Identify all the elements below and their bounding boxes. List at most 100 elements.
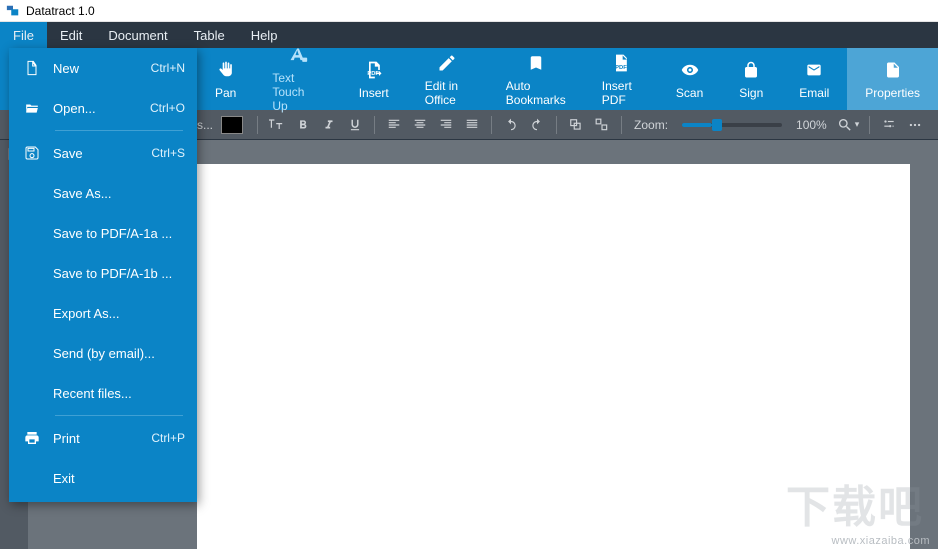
folder-open-icon xyxy=(21,101,43,115)
menu-separator xyxy=(55,130,183,131)
menu-label: Open... xyxy=(43,101,150,116)
menu-label: Exit xyxy=(21,471,185,486)
menu-label: Save to PDF/A-1a ... xyxy=(21,226,185,241)
menu-help[interactable]: Help xyxy=(238,22,291,48)
menu-separator xyxy=(55,415,183,416)
group-button[interactable] xyxy=(565,114,587,136)
menu-label: Save As... xyxy=(21,186,185,201)
pdf-icon: PDF xyxy=(610,52,632,74)
separator xyxy=(556,116,557,134)
zoom-slider[interactable] xyxy=(682,123,782,127)
new-file-icon xyxy=(21,59,43,77)
ribbon-scan[interactable]: Scan xyxy=(658,48,721,110)
more-button[interactable] xyxy=(904,114,926,136)
menubar: File Edit Document Table Help xyxy=(0,22,938,48)
redo-button[interactable] xyxy=(526,114,548,136)
menu-label: Print xyxy=(43,431,151,446)
ribbon-pan[interactable]: Pan xyxy=(197,48,254,110)
menu-label: Send (by email)... xyxy=(21,346,185,361)
font-size-button[interactable] xyxy=(266,114,288,136)
zoom-label: Zoom: xyxy=(634,118,668,132)
ungroup-button[interactable] xyxy=(591,114,613,136)
file-print[interactable]: Print Ctrl+P xyxy=(9,418,197,458)
file-save-as[interactable]: Save As... xyxy=(9,173,197,213)
ribbon-edit-office[interactable]: Edit in Office xyxy=(407,48,488,110)
menu-label: Recent files... xyxy=(21,386,185,401)
file-open[interactable]: Open... Ctrl+O xyxy=(9,88,197,128)
menu-label: Save to PDF/A-1b ... xyxy=(21,266,185,281)
menu-shortcut: Ctrl+O xyxy=(150,101,185,115)
align-justify-button[interactable] xyxy=(461,114,483,136)
file-save-pdfa1b[interactable]: Save to PDF/A-1b ... xyxy=(9,253,197,293)
align-right-button[interactable] xyxy=(435,114,457,136)
file-save[interactable]: Save Ctrl+S xyxy=(9,133,197,173)
ribbon-sign[interactable]: Sign xyxy=(721,48,781,110)
align-left-button[interactable] xyxy=(383,114,405,136)
text-touchup-icon xyxy=(287,46,309,66)
italic-button[interactable] xyxy=(318,114,340,136)
file-recent[interactable]: Recent files... xyxy=(9,373,197,413)
ribbon-label: Pan xyxy=(215,86,236,100)
separator xyxy=(257,116,258,134)
menu-label: Save xyxy=(43,146,151,161)
zoom-search-button[interactable]: ▾ xyxy=(835,114,862,136)
svg-text:PDF: PDF xyxy=(615,64,627,70)
app-icon xyxy=(6,4,20,18)
undo-button[interactable] xyxy=(500,114,522,136)
zoom-thumb[interactable] xyxy=(712,119,722,131)
ribbon-insert[interactable]: PDF Insert xyxy=(341,48,407,110)
file-export-as[interactable]: Export As... xyxy=(9,293,197,333)
menu-label: Export As... xyxy=(21,306,185,321)
ribbon-auto-bookmarks[interactable]: Auto Bookmarks xyxy=(488,48,584,110)
zoom-track xyxy=(682,123,712,127)
menu-edit[interactable]: Edit xyxy=(47,22,95,48)
separator xyxy=(869,116,870,134)
ribbon-label: Insert PDF xyxy=(602,79,640,107)
ribbon-label: Scan xyxy=(676,86,703,100)
print-icon xyxy=(21,430,43,446)
menu-file[interactable]: File xyxy=(0,22,47,48)
settings-button[interactable] xyxy=(878,114,900,136)
save-icon xyxy=(21,145,43,161)
file-new[interactable]: New Ctrl+N xyxy=(9,48,197,88)
menu-label: New xyxy=(43,61,151,76)
pdf-insert-icon: PDF xyxy=(363,59,385,81)
menu-shortcut: Ctrl+N xyxy=(151,61,185,75)
ribbon-label: Auto Bookmarks xyxy=(506,79,566,107)
underline-button[interactable] xyxy=(344,114,366,136)
ribbon-properties[interactable]: Properties xyxy=(847,48,938,110)
eye-icon xyxy=(679,59,701,81)
email-icon xyxy=(804,59,824,81)
app-title: Datatract 1.0 xyxy=(26,4,95,18)
properties-icon xyxy=(884,59,902,81)
menu-table[interactable]: Table xyxy=(181,22,238,48)
titlebar: Datatract 1.0 xyxy=(0,0,938,22)
edit-office-icon xyxy=(437,52,457,74)
zoom-value: 100% xyxy=(796,118,827,132)
separator xyxy=(491,116,492,134)
ribbon-label: Email xyxy=(799,86,829,100)
truncated-text: s... xyxy=(197,118,213,132)
bookmark-icon xyxy=(527,52,545,74)
menu-shortcut: Ctrl+P xyxy=(151,431,185,445)
hand-icon xyxy=(216,59,236,81)
file-save-pdfa1a[interactable]: Save to PDF/A-1a ... xyxy=(9,213,197,253)
file-send-email[interactable]: Send (by email)... xyxy=(9,333,197,373)
ribbon-label: Text Touch Up xyxy=(272,71,322,113)
separator xyxy=(374,116,375,134)
watermark-url: www.xiazaiba.com xyxy=(832,535,930,547)
ribbon-insert-pdf[interactable]: PDF Insert PDF xyxy=(584,48,658,110)
ribbon-text-touchup[interactable]: Text Touch Up xyxy=(254,48,340,110)
ribbon-label: Edit in Office xyxy=(425,79,470,107)
file-exit[interactable]: Exit xyxy=(9,458,197,498)
ribbon-label: Sign xyxy=(739,86,763,100)
ribbon-label: Properties xyxy=(865,86,920,100)
color-picker[interactable] xyxy=(221,116,243,134)
menu-document[interactable]: Document xyxy=(95,22,180,48)
bold-button[interactable] xyxy=(292,114,314,136)
lock-icon xyxy=(742,59,760,81)
menu-shortcut: Ctrl+S xyxy=(151,146,185,160)
align-center-button[interactable] xyxy=(409,114,431,136)
ribbon-email[interactable]: Email xyxy=(781,48,847,110)
file-menu-dropdown: New Ctrl+N Open... Ctrl+O Save Ctrl+S Sa… xyxy=(9,48,197,502)
